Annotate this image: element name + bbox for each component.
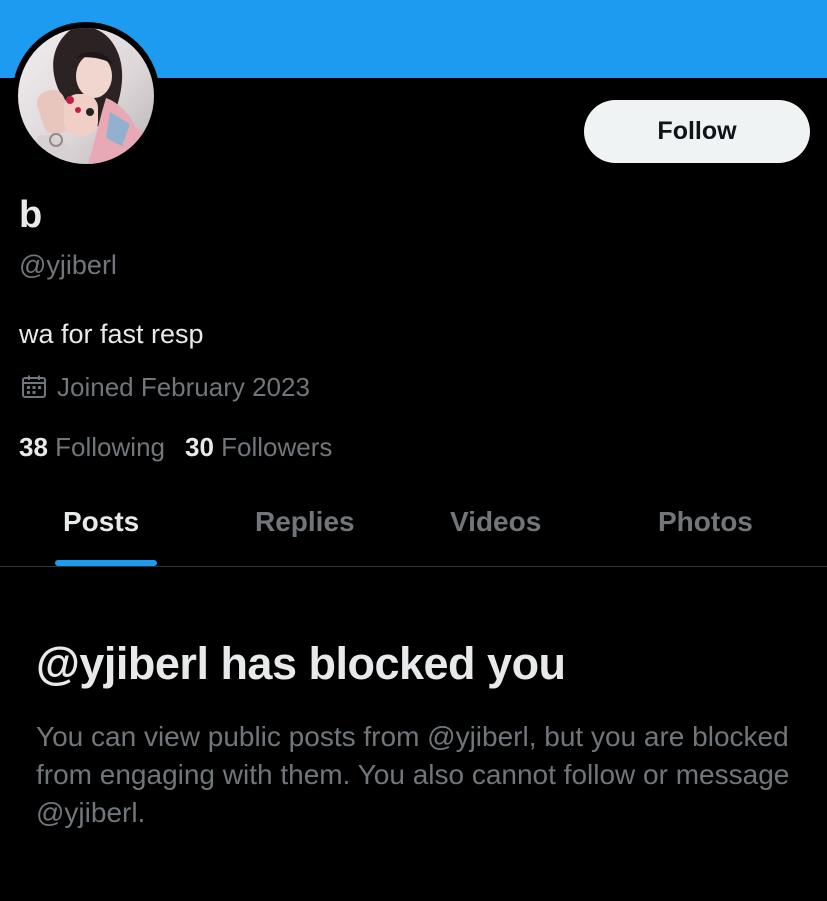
joined-text: Joined February 2023 [57,372,310,402]
profile-tabs: Posts Replies Videos Photos [0,478,827,567]
following-link[interactable]: 38 Following [19,430,165,464]
follow-stats: 38 Following 30 Followers [19,430,332,464]
profile-photo [18,28,154,164]
followers-label: Followers [221,432,333,462]
joined-date: Joined February 2023 [21,370,310,404]
followers-count: 30 [184,432,214,462]
avatar[interactable] [18,28,154,164]
profile-handle: @yjiberl [19,250,117,280]
tab-replies[interactable]: Replies [255,478,355,566]
following-count: 38 [19,432,48,462]
tab-photos[interactable]: Photos [658,478,753,566]
calendar-icon [21,374,47,400]
active-tab-indicator [55,560,157,566]
following-label: Following [55,432,165,462]
tab-videos[interactable]: Videos [450,478,541,566]
blocked-title: @yjiberl has blocked you [36,638,566,689]
blocked-description: You can view public posts from @yjiberl,… [36,721,790,828]
display-name: b [19,194,43,236]
follow-button[interactable]: Follow [584,100,810,163]
tab-posts[interactable]: Posts [63,478,139,566]
profile-bio: wa for fast resp [19,319,204,349]
avatar-frame [12,22,160,170]
followers-link[interactable]: 30 Followers [185,430,332,464]
